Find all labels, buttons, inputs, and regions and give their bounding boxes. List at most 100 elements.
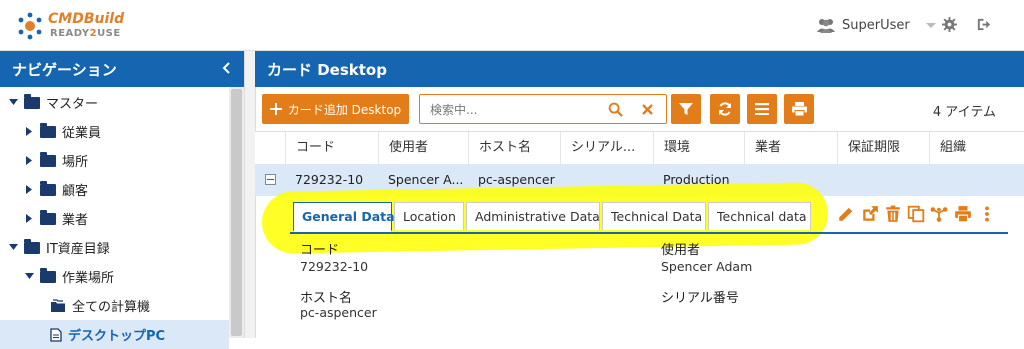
folder-stack-icon bbox=[50, 298, 66, 313]
column-header[interactable]: シリアル... bbox=[560, 132, 653, 164]
item-count: 4 アイテム bbox=[932, 105, 996, 120]
search-box[interactable] bbox=[419, 94, 667, 124]
column-header[interactable]: 業者 bbox=[744, 132, 837, 164]
grid-header: コード 使用者 ホスト名 シリアル... 環境 業者 保証期限 組織 bbox=[255, 131, 1024, 165]
column-header[interactable]: ホスト名 bbox=[468, 132, 560, 164]
search-icon[interactable] bbox=[608, 102, 623, 117]
gear-icon[interactable] bbox=[942, 17, 957, 32]
folder-icon bbox=[24, 238, 40, 254]
nav-item[interactable]: 全ての計算機 bbox=[0, 291, 229, 320]
navigation-title: ナビゲーション bbox=[12, 61, 117, 79]
logo-mark bbox=[18, 12, 42, 40]
detail-tab[interactable]: Administrative Data bbox=[466, 202, 600, 230]
print-icon[interactable] bbox=[954, 205, 972, 223]
filter-button[interactable] bbox=[671, 94, 701, 124]
plus-icon bbox=[269, 103, 282, 115]
column-header[interactable]: 使用者 bbox=[378, 132, 468, 164]
relations-icon[interactable] bbox=[930, 205, 948, 223]
folder-icon bbox=[40, 180, 56, 196]
table-cell bbox=[929, 164, 1024, 196]
chevron-right-icon[interactable] bbox=[22, 185, 36, 194]
nav-item-label: 全ての計算機 bbox=[72, 300, 151, 315]
nav-item[interactable]: デスクトップPC bbox=[0, 320, 229, 349]
users-icon bbox=[817, 19, 835, 33]
nav-item[interactable]: IT資産目録 bbox=[0, 233, 229, 262]
clone-icon[interactable] bbox=[907, 205, 925, 223]
nav-item-label: 顧客 bbox=[62, 184, 89, 199]
field-value-hostname: pc-aspencer bbox=[300, 305, 377, 320]
page-title: カード Desktop bbox=[267, 61, 387, 79]
field-label-code: コード bbox=[300, 243, 340, 258]
chevron-down-icon[interactable] bbox=[22, 273, 36, 280]
nav-item[interactable]: マスター bbox=[0, 88, 229, 117]
chevron-down-icon[interactable] bbox=[6, 244, 20, 251]
table-cell bbox=[560, 164, 653, 196]
logout-icon[interactable] bbox=[976, 17, 991, 32]
user-name: SuperUser bbox=[842, 17, 910, 33]
document-icon bbox=[50, 327, 62, 342]
clear-icon[interactable] bbox=[642, 104, 653, 115]
nav-item-label: マスター bbox=[46, 97, 99, 112]
nav-item[interactable]: 従業員 bbox=[0, 117, 229, 146]
detail-tab[interactable]: General Data bbox=[293, 202, 395, 232]
column-header[interactable]: コード bbox=[285, 132, 378, 164]
detail-tab[interactable]: Location bbox=[394, 202, 464, 230]
collapse-left-icon[interactable] bbox=[222, 62, 230, 74]
column-header[interactable]: 組織 bbox=[929, 132, 1024, 164]
chevron-right-icon[interactable] bbox=[22, 127, 36, 136]
table-cell: pc-aspencer bbox=[478, 172, 555, 187]
table-cell: Production bbox=[663, 172, 730, 187]
refresh-icon bbox=[719, 102, 731, 116]
nav-item-label: 従業員 bbox=[62, 126, 102, 141]
nav-item-label: デスクトップPC bbox=[68, 329, 166, 344]
edit-icon[interactable] bbox=[837, 205, 855, 223]
navigation-header: ナビゲーション bbox=[0, 51, 244, 87]
detail-tab[interactable]: Technical Data bbox=[602, 202, 706, 230]
add-card-label: カード追加 Desktop bbox=[287, 102, 402, 117]
table-cell: 729232-10 bbox=[295, 172, 364, 187]
chevron-down-icon[interactable] bbox=[6, 99, 20, 106]
nav-item-label: 場所 bbox=[62, 155, 89, 170]
table-cell bbox=[837, 164, 929, 196]
folder-icon bbox=[40, 151, 56, 167]
collapse-row-icon[interactable] bbox=[265, 174, 276, 185]
folder-icon bbox=[40, 267, 56, 283]
more-icon[interactable] bbox=[978, 205, 996, 223]
nav-item-label: 業者 bbox=[62, 213, 89, 228]
field-label-user: 使用者 bbox=[661, 243, 701, 258]
navigation-scrollbar[interactable] bbox=[229, 87, 244, 338]
column-header[interactable]: 環境 bbox=[653, 132, 744, 164]
refresh-button[interactable] bbox=[710, 94, 740, 124]
add-card-button[interactable]: カード追加 Desktop bbox=[262, 94, 409, 124]
column-header[interactable]: 保証期限 bbox=[837, 132, 929, 164]
nav-item[interactable]: 場所 bbox=[0, 146, 229, 175]
nav-item[interactable]: 業者 bbox=[0, 204, 229, 233]
nav-item[interactable]: 顧客 bbox=[0, 175, 229, 204]
print-icon bbox=[791, 102, 807, 116]
print-button[interactable] bbox=[784, 94, 814, 124]
table-row[interactable]: 729232-10 Spencer A... pc-aspencer Producti… bbox=[255, 164, 1024, 196]
folder-icon bbox=[40, 122, 56, 138]
nav-item-label: IT資産目録 bbox=[46, 242, 110, 257]
chevron-down-icon bbox=[925, 22, 936, 28]
menu-icon bbox=[755, 103, 769, 115]
field-label-serial: シリアル番号 bbox=[661, 291, 739, 306]
user-menu[interactable]: SuperUser bbox=[816, 15, 936, 35]
detail-tab[interactable]: Technical data bbox=[708, 202, 811, 230]
nav-item[interactable]: 作業場所 bbox=[0, 262, 229, 291]
folder-icon bbox=[40, 209, 56, 225]
top-bar: CMDBuild READY2USE SuperUser bbox=[0, 0, 1024, 51]
menu-button[interactable] bbox=[747, 94, 777, 124]
chevron-right-icon[interactable] bbox=[22, 214, 36, 223]
field-label-hostname: ホスト名 bbox=[300, 291, 353, 306]
field-value-code: 729232-10 bbox=[300, 259, 369, 274]
field-value-user: Spencer Adam bbox=[661, 259, 753, 274]
delete-icon[interactable] bbox=[884, 205, 902, 223]
chevron-right-icon[interactable] bbox=[22, 156, 36, 165]
table-cell: Spencer A... bbox=[388, 172, 464, 187]
app-logo[interactable]: CMDBuild READY2USE bbox=[14, 6, 124, 46]
nav-item-label: 作業場所 bbox=[62, 271, 115, 286]
search-input[interactable] bbox=[428, 99, 612, 121]
open-external-icon[interactable] bbox=[861, 205, 879, 223]
table-cell bbox=[744, 164, 837, 196]
